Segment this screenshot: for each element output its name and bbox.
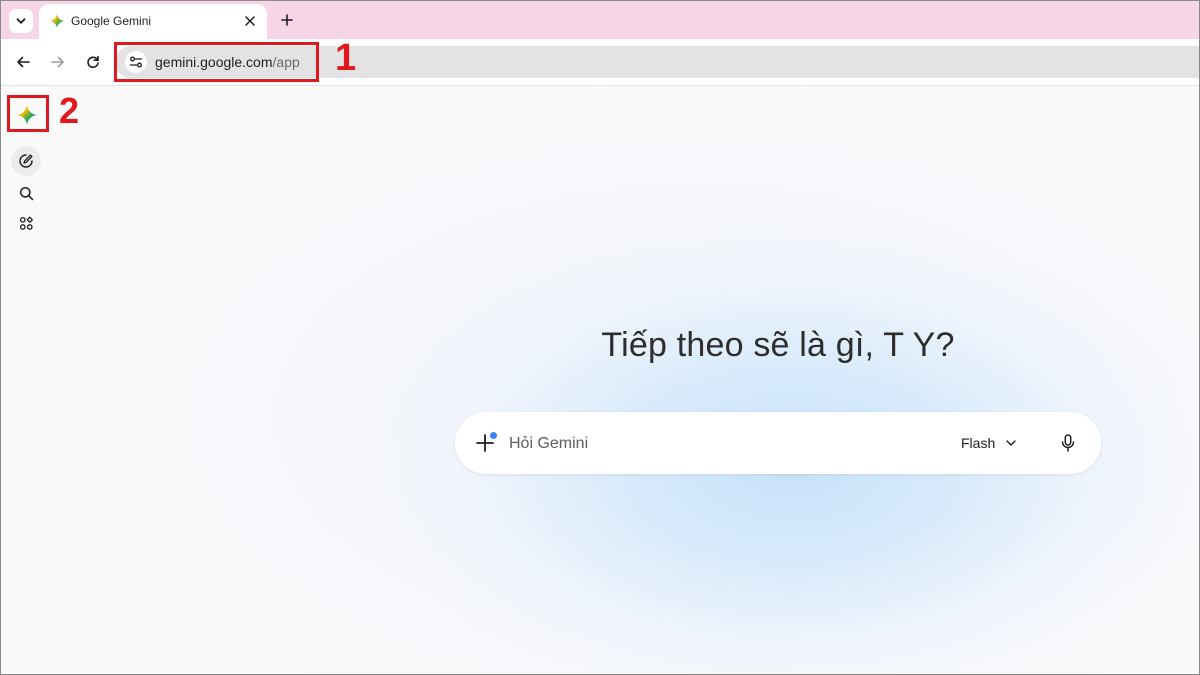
gemini-app: Tiếp theo sẽ là gì, T Y? Flash — [1, 86, 1199, 674]
new-chat-button[interactable] — [11, 146, 41, 176]
new-tab-button[interactable] — [277, 10, 297, 30]
greeting-heading: Tiếp theo sẽ là gì, T Y? — [601, 326, 955, 364]
prompt-box: Flash — [455, 412, 1101, 474]
prompt-input[interactable] — [507, 431, 911, 457]
model-selector[interactable]: Flash — [961, 431, 1017, 455]
model-label: Flash — [961, 435, 996, 451]
arrow-left-icon — [17, 56, 30, 68]
close-icon — [245, 16, 255, 26]
annotation-box-1 — [114, 42, 319, 82]
tab-google-gemini[interactable]: Google Gemini — [39, 4, 267, 39]
annotation-number-1: 1 — [335, 37, 357, 79]
explore-apps-icon — [19, 216, 33, 230]
notification-dot — [490, 432, 497, 439]
tab-search-button[interactable] — [9, 9, 33, 33]
gemini-sparkle-icon — [49, 13, 65, 29]
plus-icon — [281, 14, 293, 26]
chevron-down-icon — [1006, 440, 1016, 446]
search-button[interactable] — [11, 178, 41, 208]
tab-title: Google Gemini — [71, 14, 152, 28]
explore-apps-button[interactable] — [11, 208, 41, 238]
reload-icon — [87, 55, 99, 69]
back-button[interactable] — [12, 51, 34, 73]
tab-close-button[interactable] — [241, 12, 259, 30]
microphone-button[interactable] — [1055, 430, 1081, 456]
forward-button[interactable] — [47, 51, 69, 73]
tab-strip: Google Gemini — [1, 1, 1199, 39]
microphone-icon — [1061, 434, 1075, 452]
annotation-box-2 — [7, 95, 49, 132]
search-icon — [19, 186, 33, 200]
browser-window: Google Gemini gemini.google.com/app 1 Ti… — [0, 0, 1200, 675]
arrow-right-icon — [51, 56, 64, 68]
chevron-down-icon — [16, 18, 26, 24]
reload-button[interactable] — [82, 51, 104, 73]
annotation-number-2: 2 — [59, 90, 80, 131]
new-chat-icon — [19, 154, 33, 168]
